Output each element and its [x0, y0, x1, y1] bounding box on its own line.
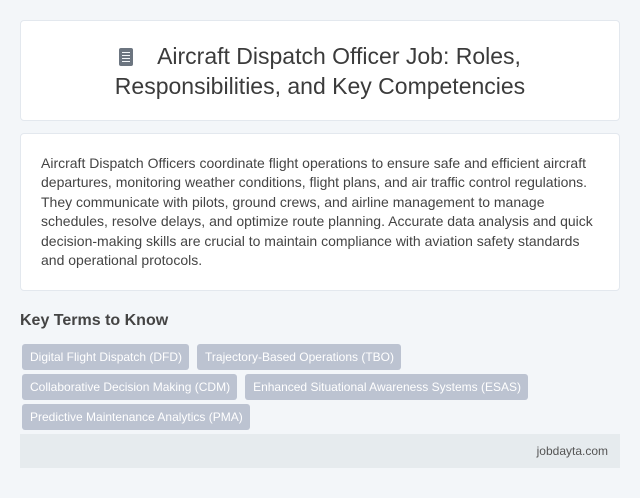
page-title-text: Aircraft Dispatch Officer Job: Roles, Re… — [114, 42, 526, 99]
tag-esas[interactable]: Enhanced Situational Awareness Systems (… — [245, 374, 528, 400]
tag-cdm[interactable]: Collaborative Decision Making (CDM) — [22, 374, 238, 400]
footer-site-link[interactable]: jobdayta.com — [537, 444, 608, 458]
description-text: Aircraft Dispatch Officers coordinate fl… — [41, 155, 593, 269]
tag-dfd[interactable]: Digital Flight Dispatch (DFD) — [22, 344, 190, 370]
key-terms-heading: Key Terms to Know — [20, 312, 169, 329]
title-card: Aircraft Dispatch Officer Job: Roles, Re… — [20, 20, 620, 121]
page-title: Aircraft Dispatch Officer Job: Roles, Re… — [60, 41, 580, 101]
description-card: Aircraft Dispatch Officers coordinate fl… — [20, 133, 620, 291]
footer: jobdayta.com — [20, 434, 620, 468]
document-icon — [119, 47, 134, 66]
tag-pma[interactable]: Predictive Maintenance Analytics (PMA) — [22, 404, 250, 430]
key-terms-tag-list: Digital Flight Dispatch (DFD) Trajectory… — [22, 344, 622, 430]
tag-tbo[interactable]: Trajectory-Based Operations (TBO) — [197, 344, 401, 370]
